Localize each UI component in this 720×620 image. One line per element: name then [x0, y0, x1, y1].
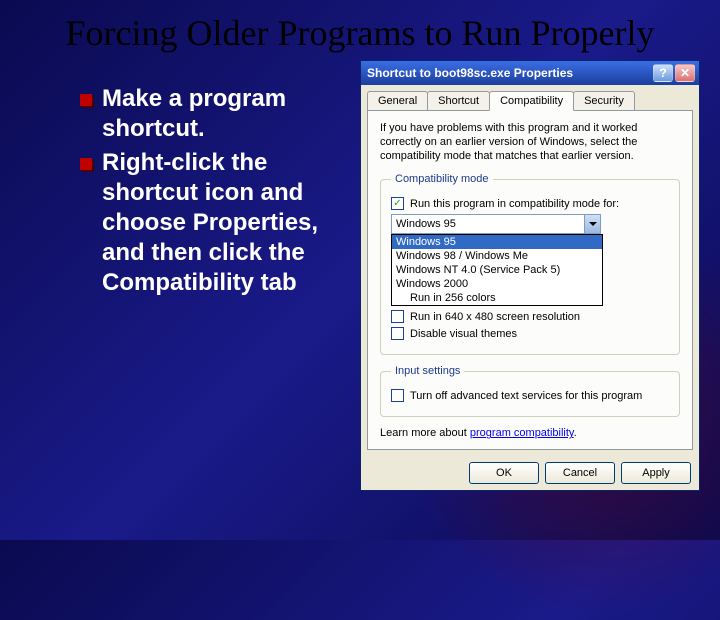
compat-mode-selected: Windows 95 [396, 218, 456, 230]
cancel-button[interactable]: Cancel [545, 462, 615, 484]
bullet-item: Right-click the shortcut icon and choose… [80, 148, 350, 298]
compat-mode-dropdown: Windows 95 Windows 98 / Windows Me Windo… [391, 234, 603, 306]
chevron-down-icon[interactable] [584, 215, 600, 233]
themes-label: Disable visual themes [410, 328, 517, 340]
text-services-checkbox[interactable] [391, 389, 404, 402]
text-services-label: Turn off advanced text services for this… [410, 390, 642, 402]
tab-panel: If you have problems with this program a… [367, 110, 693, 451]
properties-dialog: Shortcut to boot98sc.exe Properties ? ✕ … [360, 60, 700, 492]
input-settings-group: Input settings Turn off advanced text se… [380, 365, 680, 417]
close-button[interactable]: ✕ [675, 64, 695, 82]
dropdown-option[interactable]: Windows 95 [392, 235, 602, 249]
tab-security[interactable]: Security [573, 91, 635, 110]
dropdown-extra: Run in 256 colors [392, 291, 602, 305]
panel-description: If you have problems with this program a… [380, 121, 680, 164]
learn-more: Learn more about program compatibility. [380, 427, 680, 439]
compat-mode-label: Run this program in compatibility mode f… [410, 198, 619, 210]
tabs: General Shortcut Compatibility Security [361, 85, 699, 110]
tab-general[interactable]: General [367, 91, 428, 110]
compat-mode-combobox[interactable]: Windows 95 Windows 95 Windows 98 / Windo… [391, 214, 601, 234]
resolution-checkbox[interactable] [391, 310, 404, 323]
tab-shortcut[interactable]: Shortcut [427, 91, 490, 110]
compat-mode-group: Compatibility mode Run this program in c… [380, 173, 680, 355]
apply-button[interactable]: Apply [621, 462, 691, 484]
bullet-item: Make a program shortcut. [80, 84, 350, 144]
bullet-list: Make a program shortcut. Right-click the… [40, 84, 350, 468]
slide-title: Forcing Older Programs to Run Properly [0, 0, 720, 60]
tab-compatibility[interactable]: Compatibility [489, 91, 574, 111]
learn-more-text: Learn more about [380, 427, 470, 439]
resolution-label: Run in 640 x 480 screen resolution [410, 311, 580, 323]
themes-checkbox[interactable] [391, 327, 404, 340]
dialog-title: Shortcut to boot98sc.exe Properties [367, 66, 651, 80]
dropdown-option[interactable]: Windows 2000 [392, 277, 602, 291]
dropdown-option[interactable]: Windows NT 4.0 (Service Pack 5) [392, 263, 602, 277]
compat-mode-legend: Compatibility mode [391, 173, 493, 185]
compat-mode-checkbox[interactable] [391, 197, 404, 210]
dropdown-option[interactable]: Windows 98 / Windows Me [392, 249, 602, 263]
dialog-buttons: OK Cancel Apply [361, 456, 699, 490]
input-settings-legend: Input settings [391, 365, 464, 377]
dialog-titlebar[interactable]: Shortcut to boot98sc.exe Properties ? ✕ [361, 61, 699, 85]
help-button[interactable]: ? [653, 64, 673, 82]
program-compatibility-link[interactable]: program compatibility [470, 427, 574, 439]
ok-button[interactable]: OK [469, 462, 539, 484]
